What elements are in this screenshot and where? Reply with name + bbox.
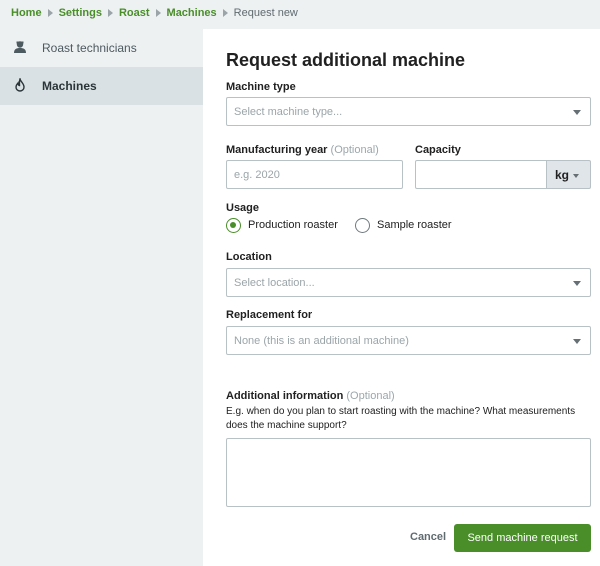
breadcrumb-settings-link[interactable]: Settings	[59, 7, 102, 19]
usage-production-label[interactable]: Production roaster	[248, 219, 338, 231]
breadcrumb-home-link[interactable]: Home	[11, 7, 42, 19]
usage-sample-label[interactable]: Sample roaster	[377, 219, 452, 231]
replacement-for-select[interactable]: None (this is an additional machine)	[226, 326, 591, 355]
usage-sample-radio[interactable]	[355, 218, 370, 233]
machine-type-label: Machine type	[226, 81, 296, 93]
breadcrumb-separator-icon	[222, 9, 228, 17]
replacement-for-label: Replacement for	[226, 309, 313, 321]
location-placeholder: Select location...	[234, 277, 315, 289]
additional-info-label: Additional information (Optional)	[226, 390, 395, 402]
capacity-unit-label: kg	[555, 168, 570, 182]
breadcrumb-separator-icon	[47, 9, 53, 17]
breadcrumb-current: Request new	[233, 7, 298, 19]
cancel-button[interactable]: Cancel	[410, 531, 446, 543]
optional-tag: (Optional)	[330, 144, 379, 156]
manufacturing-year-input[interactable]: e.g. 2020	[226, 160, 403, 189]
optional-tag: (Optional)	[346, 390, 395, 402]
capacity-label: Capacity	[415, 144, 461, 156]
breadcrumb: Home Settings Roast Machines Request new	[11, 5, 298, 21]
breadcrumb-roast-link[interactable]: Roast	[119, 7, 150, 19]
capacity-input[interactable]	[415, 160, 547, 189]
manufacturing-year-label: Manufacturing year (Optional)	[226, 144, 379, 156]
radio-selected-dot	[230, 222, 236, 228]
additional-info-hint: E.g. when do you plan to start roasting …	[226, 406, 576, 431]
chevron-down-icon	[573, 174, 579, 178]
breadcrumb-separator-icon	[155, 9, 161, 17]
additional-info-textarea[interactable]	[226, 438, 591, 507]
manufacturing-year-placeholder: e.g. 2020	[234, 169, 280, 181]
machine-type-select[interactable]: Select machine type...	[226, 97, 591, 126]
location-select[interactable]: Select location...	[226, 268, 591, 297]
breadcrumb-machines-link[interactable]: Machines	[167, 7, 217, 19]
person-icon	[14, 41, 26, 53]
usage-production-radio[interactable]	[226, 218, 241, 233]
additional-info-label-text: Additional information	[226, 390, 344, 402]
replacement-for-value: None (this is an additional machine)	[234, 335, 409, 347]
sidebar: Roast technicians Machines	[0, 29, 203, 566]
send-machine-request-button[interactable]: Send machine request	[454, 524, 591, 552]
machine-type-placeholder: Select machine type...	[234, 106, 343, 118]
sidebar-item-label: Machines	[42, 79, 97, 93]
breadcrumb-separator-icon	[107, 9, 113, 17]
sidebar-item-label: Roast technicians	[42, 41, 137, 55]
chevron-down-icon	[573, 339, 581, 344]
manufacturing-year-label-text: Manufacturing year	[226, 144, 328, 156]
capacity-unit-select[interactable]: kg	[546, 160, 591, 189]
sidebar-item-machines[interactable]: Machines	[0, 67, 203, 105]
chevron-down-icon	[573, 281, 581, 286]
page-title: Request additional machine	[226, 50, 466, 70]
location-label: Location	[226, 251, 272, 263]
usage-label: Usage	[226, 202, 260, 214]
chevron-down-icon	[573, 110, 581, 115]
flame-icon	[15, 78, 25, 92]
sidebar-item-roast-technicians[interactable]: Roast technicians	[0, 29, 203, 67]
